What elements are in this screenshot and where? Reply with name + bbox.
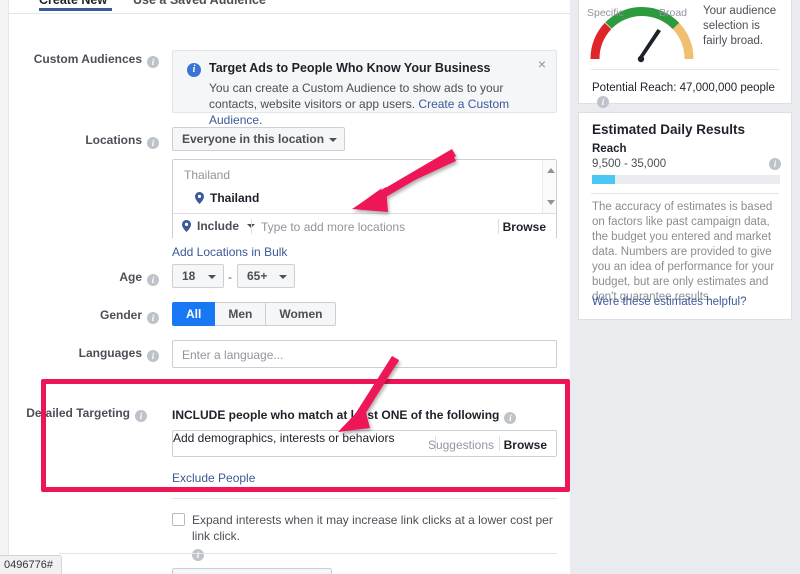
info-icon-potential-reach[interactable]: i <box>597 96 609 108</box>
chevron-down-icon <box>329 138 338 142</box>
callout-body-period: . <box>259 113 263 127</box>
scroll-down-icon[interactable] <box>547 200 555 205</box>
gauge-label-specific: Specific <box>587 7 624 19</box>
custom-audiences-callout: i Target Ads to People Who Know Your Bus… <box>172 50 557 127</box>
estimates-feedback-link[interactable]: Were these estimates helpful? <box>592 296 746 308</box>
add-locations-in-bulk-link[interactable]: Add Locations in Bulk <box>172 245 287 259</box>
tab-use-saved-audience[interactable]: Use a Saved Audience <box>133 0 266 12</box>
locations-scrollbar[interactable] <box>542 160 556 213</box>
age-label: Age <box>119 270 142 284</box>
detailed-targeting-label-wrap: Detailed Targeting i <box>9 406 147 422</box>
custom-audiences-label-wrap: Custom Audiences i <box>9 52 159 68</box>
estimates-sidebar: Specific Broad Your audience selection i… <box>570 0 800 574</box>
age-max-value: 65+ <box>247 269 268 283</box>
age-min-value: 18 <box>182 269 196 283</box>
custom-audiences-label: Custom Audiences <box>33 52 142 66</box>
locations-search-input[interactable]: Type to add more locations <box>261 220 405 234</box>
divider-below-exclude <box>172 498 557 499</box>
age-separator: - <box>228 270 232 284</box>
divider-include <box>251 219 252 234</box>
info-icon-age[interactable]: i <box>147 274 159 286</box>
divider-above-detailed-targeting <box>59 382 557 383</box>
chevron-down-icon-age-min <box>208 275 216 279</box>
locations-input-row: Include Type to add more locations Brows… <box>173 213 556 239</box>
detailed-targeting-browse-button[interactable]: Browse <box>504 438 547 452</box>
audience-summary-text: Your audience selection is fairly broad. <box>703 5 777 47</box>
info-icon-detailed-targeting-heading[interactable]: i <box>504 412 517 424</box>
languages-label-wrap: Languages i <box>9 346 159 362</box>
tab-active-underline <box>39 8 112 11</box>
divider-above-connections <box>59 553 557 554</box>
detailed-targeting-label: Detailed Targeting <box>26 406 130 420</box>
locations-scope-select[interactable]: Everyone in this location <box>172 127 346 151</box>
expand-interests-text: Expand interests when it may increase li… <box>192 513 553 543</box>
info-icon-detailed-targeting[interactable]: i <box>135 410 147 422</box>
gender-option-all[interactable]: All <box>172 302 216 326</box>
detailed-targeting-heading: INCLUDE people who match at least ONE of… <box>172 408 517 424</box>
expand-interests-checkbox[interactable] <box>172 513 185 526</box>
results-reach-label: Reach <box>592 143 627 155</box>
browser-status-bar: 0496776# <box>0 555 62 574</box>
divider-results <box>591 193 779 194</box>
locations-label: Locations <box>85 133 142 147</box>
info-icon-custom-audiences[interactable]: i <box>147 56 159 68</box>
divider-dt-browse <box>499 436 500 451</box>
locations-include-label: Include <box>197 219 240 233</box>
languages-label: Languages <box>78 346 142 360</box>
gender-toggle-group: All Men Women <box>172 302 337 326</box>
potential-reach-text: Potential Reach: 47,000,000 people <box>592 82 775 94</box>
locations-typed-text: Thailand <box>184 168 231 182</box>
detailed-targeting-input[interactable]: Add demographics, interests or behaviors… <box>172 430 557 457</box>
gender-option-men[interactable]: Men <box>215 302 267 326</box>
detailed-targeting-heading-text: INCLUDE people who match at least ONE of… <box>172 408 500 422</box>
age-label-wrap: Age i <box>9 270 159 286</box>
audience-definition-card: Specific Broad Your audience selection i… <box>578 0 792 108</box>
connections-select[interactable]: Add a connection type <box>172 568 332 574</box>
locations-browse-button[interactable]: Browse <box>503 220 546 234</box>
estimated-daily-results-card: Estimated Daily Results Reach 9,500 - 35… <box>578 112 792 320</box>
divider-browse <box>498 219 499 234</box>
page-root: Create New Use a Saved Audience Custom A… <box>0 0 800 574</box>
languages-input[interactable]: Enter a language... <box>172 340 557 368</box>
detailed-targeting-suggestions-button[interactable]: Suggestions <box>428 438 494 452</box>
callout-title: Target Ads to People Who Know Your Busin… <box>209 61 491 75</box>
locations-scope-value: Everyone in this location <box>182 132 325 146</box>
info-icon-locations[interactable]: i <box>147 137 159 149</box>
callout-body: You can create a Custom Audience to show… <box>209 80 539 128</box>
location-chip-label: Thailand <box>210 191 260 205</box>
gender-label-wrap: Gender i <box>9 308 159 324</box>
audience-form: Custom Audiences i i Target Ads to People… <box>9 14 570 574</box>
results-disclaimer: The accuracy of estimates is based on fa… <box>592 201 775 303</box>
results-reach-value: 9,500 - 35,000 <box>592 158 667 170</box>
gender-option-women[interactable]: Women <box>266 302 337 326</box>
info-icon-reach[interactable]: i <box>769 158 781 170</box>
divider-gauge <box>591 69 779 70</box>
gender-label: Gender <box>99 308 142 322</box>
info-icon-languages[interactable]: i <box>147 350 159 362</box>
potential-reach: Potential Reach: 47,000,000 people i <box>592 82 791 108</box>
info-icon-expand-interests[interactable]: i <box>192 549 204 561</box>
age-max-select[interactable]: 65+ <box>237 264 295 288</box>
locations-box: Thailand Thailand Include Type to add mo… <box>172 159 557 239</box>
exclude-people-link[interactable]: Exclude People <box>172 471 255 485</box>
audience-tabs: Create New Use a Saved Audience <box>9 0 570 14</box>
locations-label-wrap: Locations i <box>9 133 159 149</box>
chevron-down-icon-age-max <box>279 275 287 279</box>
age-min-select[interactable]: 18 <box>172 264 224 288</box>
left-gutter <box>0 0 9 574</box>
location-pin-icon-include <box>182 220 191 232</box>
reach-progress-fill <box>592 175 615 184</box>
location-chip-thailand: Thailand <box>195 191 259 205</box>
detailed-targeting-placeholder: Add demographics, interests or behaviors <box>173 431 395 445</box>
results-title: Estimated Daily Results <box>592 122 746 137</box>
info-icon-gender[interactable]: i <box>147 312 159 324</box>
gauge-label-broad: Broad <box>659 7 688 19</box>
languages-placeholder: Enter a language... <box>182 348 284 362</box>
location-pin-icon <box>195 192 204 204</box>
close-icon[interactable]: × <box>538 57 546 71</box>
locations-include-select[interactable]: Include <box>182 219 256 233</box>
info-icon-callout: i <box>187 63 201 77</box>
reach-progress-bar <box>592 175 780 184</box>
scroll-up-icon[interactable] <box>547 168 555 173</box>
